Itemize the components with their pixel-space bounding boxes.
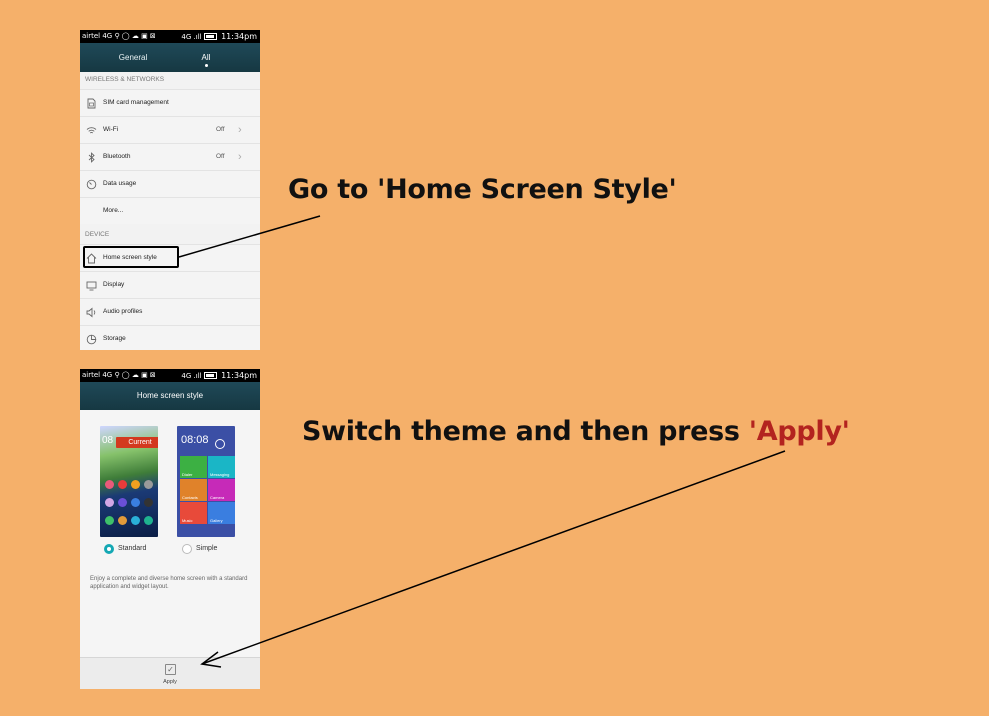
pointer-line-2 (201, 450, 786, 665)
pointer-overlay (178, 215, 786, 668)
arrowhead-icon (200, 651, 222, 668)
pointer-line-1 (178, 215, 321, 258)
